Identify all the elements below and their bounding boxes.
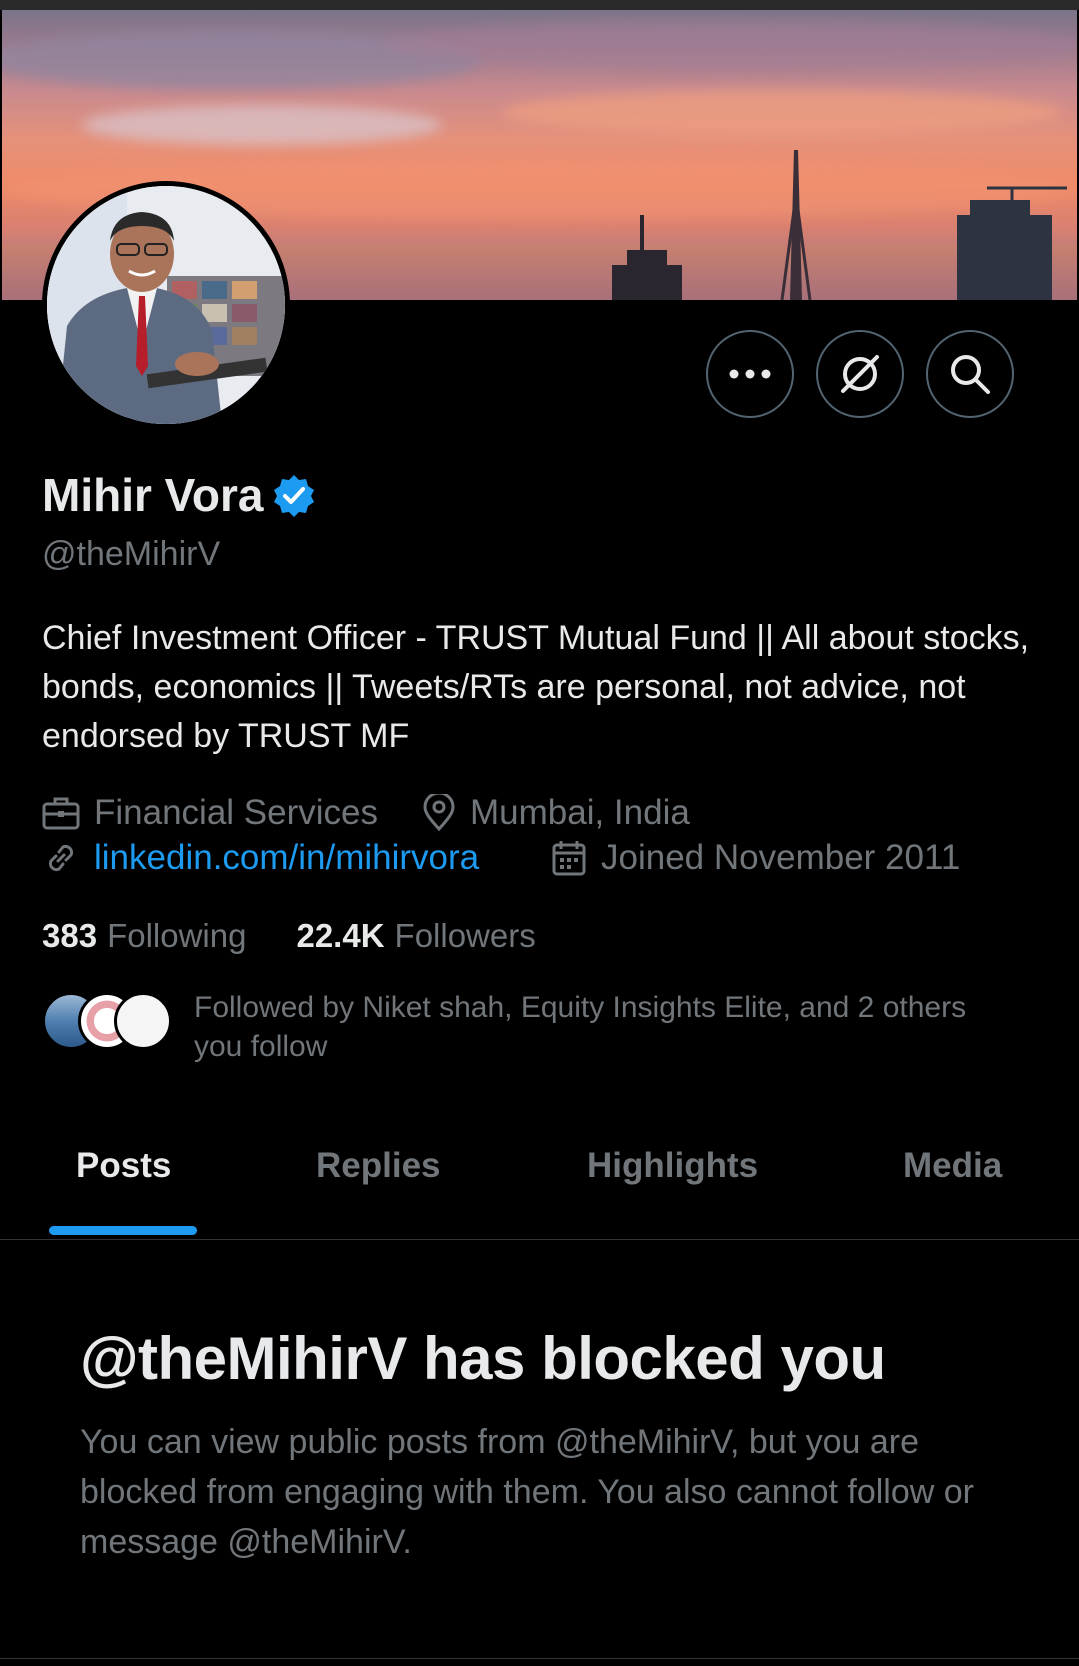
profile-handle: @theMihirV xyxy=(42,535,221,573)
tab-posts[interactable]: Posts xyxy=(76,1146,171,1186)
briefcase-icon xyxy=(42,797,80,830)
active-tab-indicator xyxy=(49,1226,197,1235)
more-button[interactable] xyxy=(706,330,794,418)
profile-joined: Joined November 2011 xyxy=(551,838,960,878)
follower-avatar xyxy=(114,992,172,1050)
avatar-portrait xyxy=(47,186,285,424)
location-label: Mumbai, India xyxy=(470,793,690,832)
followed-by-row[interactable]: Followed by Niket shah, Equity Insights … xyxy=(42,990,966,1063)
profile-location: Mumbai, India xyxy=(422,793,690,833)
more-horizontal-icon xyxy=(729,369,771,379)
followers-stat[interactable]: 22.4K Followers xyxy=(296,917,535,955)
following-label: Following xyxy=(107,917,247,954)
link-icon xyxy=(48,844,74,872)
followers-count: 22.4K xyxy=(296,917,385,954)
category-label: Financial Services xyxy=(94,793,378,832)
tab-replies[interactable]: Replies xyxy=(316,1146,441,1186)
grok-icon xyxy=(841,355,879,393)
website-link[interactable]: linkedin.com/in/mihirvora xyxy=(94,838,479,878)
profile-category: Financial Services xyxy=(42,793,378,833)
calendar-icon xyxy=(552,841,586,876)
profile-name-row: Mihir Vora xyxy=(42,468,316,522)
followed-by-text: Followed by Niket shah, Equity Insights … xyxy=(194,991,967,1063)
joined-label: Joined November 2011 xyxy=(601,838,961,877)
profile-stats: 383 Following 22.4K Followers xyxy=(42,917,586,955)
search-button[interactable] xyxy=(926,330,1014,418)
profile-bio: Chief Investment Officer - TRUST Mutual … xyxy=(42,619,1030,755)
profile-name: Mihir Vora xyxy=(42,469,264,521)
followed-by-facepile xyxy=(42,990,182,1050)
divider xyxy=(0,1658,1079,1659)
blocked-title: @theMihirV has blocked you xyxy=(80,1325,886,1392)
location-pin-icon xyxy=(423,794,455,832)
top-status-strip xyxy=(0,0,1079,10)
tab-highlights[interactable]: Highlights xyxy=(587,1146,758,1186)
grok-button[interactable] xyxy=(816,330,904,418)
following-stat[interactable]: 383 Following xyxy=(42,917,246,955)
followers-label: Followers xyxy=(394,917,536,954)
tab-media[interactable]: Media xyxy=(903,1146,1002,1186)
profile-tabs: Posts Replies Highlights Media xyxy=(0,1130,1079,1240)
profile-website[interactable]: linkedin.com/in/mihirvora xyxy=(42,838,479,878)
profile-avatar[interactable] xyxy=(42,181,290,429)
search-icon xyxy=(951,355,990,394)
verified-badge-icon[interactable] xyxy=(272,473,316,517)
blocked-description: You can view public posts from @theMihir… xyxy=(80,1423,974,1561)
following-count: 383 xyxy=(42,917,98,954)
